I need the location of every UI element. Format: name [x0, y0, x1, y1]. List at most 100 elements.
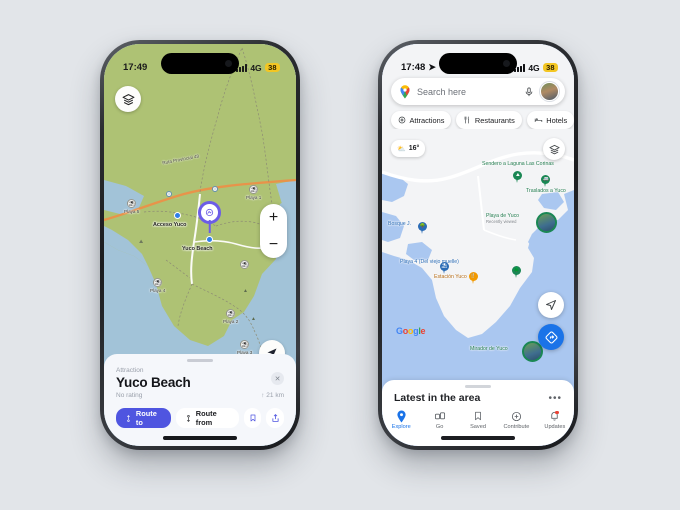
poi-playa-4[interactable]: ⛱ Playa 4 [150, 278, 165, 293]
poi-playa-4[interactable]: Playa 4 (Del viejo muelle) [400, 259, 459, 266]
tab-contribute[interactable]: Contribute [497, 410, 535, 430]
place-rating: No rating [116, 392, 143, 399]
poi-playa-1[interactable]: ⛱ Playa 1 [246, 185, 261, 200]
status-left: 17:49 [123, 62, 147, 73]
close-button[interactable]: ✕ [271, 372, 284, 385]
label-acceso-yuco: Acceso Yuco [153, 222, 187, 228]
microphone-icon[interactable] [524, 86, 534, 98]
beach-icon: ⛱ [240, 260, 249, 269]
layers-icon [548, 144, 560, 154]
google-maps-pin-icon [400, 84, 410, 98]
tab-label: Explore [391, 424, 411, 430]
status-time: 17:49 [123, 62, 148, 73]
poi-extra-beach[interactable]: ⛱ [240, 260, 249, 270]
pin-icon [396, 410, 407, 422]
beach-icon: ⛱ [240, 340, 250, 349]
weather-widget[interactable]: ⛅ 16° [391, 140, 426, 157]
route-point-dot [174, 212, 181, 219]
distance-arrow-icon: ↑ [261, 392, 265, 399]
tab-saved[interactable]: Saved [459, 410, 497, 430]
search-bar[interactable]: Search here [391, 78, 565, 105]
transport-icon: 🚐 [541, 175, 551, 187]
selected-place-pin[interactable] [198, 201, 221, 224]
sheet-grabber[interactable] [465, 385, 491, 388]
location-services-icon: ➤ [428, 62, 436, 72]
poi-label: Mirador de Yuco [470, 346, 508, 352]
home-indicator[interactable] [441, 436, 515, 440]
poi-mirador-de-yuco[interactable]: Mirador de Yuco [470, 346, 508, 353]
place-category: Attraction [116, 367, 144, 374]
bookmark-button[interactable] [243, 408, 262, 428]
status-left: 17:48 ➤ [401, 62, 436, 73]
beach-icon: ⛱ [226, 309, 236, 318]
tab-explore[interactable]: Explore [382, 410, 420, 430]
tab-go[interactable]: Go [420, 410, 458, 430]
route-from-button[interactable]: Route from [175, 408, 239, 428]
dynamic-island [161, 53, 239, 74]
layers-button[interactable] [115, 86, 141, 112]
chip-label: Attractions [409, 115, 445, 125]
front-camera-icon [225, 60, 232, 67]
share-button[interactable] [266, 408, 285, 428]
commute-icon [434, 410, 446, 422]
hill-icon: ⛰ [139, 239, 144, 245]
chip-label: Restaurants [474, 115, 515, 125]
distance-value: 21 km [266, 392, 284, 399]
bottom-nav: Explore Go Saved Contribute Updates [382, 410, 574, 430]
chip-hotels[interactable]: Hotels [526, 111, 574, 129]
poi-label: Estación Yuco [434, 274, 467, 281]
poi-traslados-yuco[interactable]: 🚐 Traslados a Yuco [526, 175, 566, 195]
poi-playa-5[interactable]: ⛱ Playa 5 [124, 199, 139, 214]
restaurant-icon [465, 116, 470, 124]
sheet-grabber[interactable] [187, 359, 213, 362]
search-input[interactable]: Search here [417, 87, 518, 97]
zoom-out-button[interactable]: − [260, 231, 287, 258]
label-yuco-beach: Yuco Beach [182, 246, 213, 252]
poi-label: Bosque J. [388, 221, 412, 227]
hotel-icon [534, 118, 542, 122]
bell-icon [549, 410, 560, 422]
poi-bosque[interactable]: Bosque J. [388, 221, 412, 228]
hill-icon: ▲ [251, 316, 256, 322]
poi-estacion-yuco[interactable]: Estación Yuco 🍴 [434, 272, 478, 284]
park-icon[interactable]: 🌲 [512, 266, 521, 278]
sheet-header: Latest in the area ••• [382, 380, 574, 404]
partly-cloudy-icon: ⛅ [397, 145, 406, 153]
poi-playa-de-yuco[interactable]: Playa de Yuco Recently viewed [486, 213, 519, 225]
tab-label: Saved [470, 424, 486, 430]
google-maps-top-bar: Search here Attractions Restaurants Hote… [382, 78, 574, 129]
park-icon: 🌳 [418, 222, 427, 234]
locate-button[interactable] [538, 292, 564, 318]
home-indicator[interactable] [163, 436, 237, 440]
layers-icon [122, 93, 134, 105]
directions-icon [545, 331, 557, 343]
poi-playa-3[interactable]: ⛱ Playa 3 [237, 340, 252, 355]
tab-label: Contribute [503, 424, 530, 430]
battery-indicator: 38 [542, 62, 558, 73]
tab-updates[interactable]: Updates [536, 410, 574, 430]
directions-button[interactable] [538, 324, 564, 350]
route-from-icon [186, 414, 190, 422]
google-watermark: Google [396, 326, 426, 336]
status-right: 4G 38 [514, 63, 558, 73]
route-to-button[interactable]: Route to [116, 408, 171, 428]
more-options-icon[interactable]: ••• [548, 393, 562, 404]
zoom-in-button[interactable]: + [260, 204, 287, 231]
avatar[interactable] [540, 82, 559, 101]
poi-label: Playa 4 [150, 287, 166, 293]
info-icon: i [166, 191, 172, 197]
chip-restaurants[interactable]: Restaurants [456, 111, 522, 129]
poi-park-pin[interactable]: 🌳 [418, 222, 427, 234]
navigation-arrow-icon [546, 300, 556, 310]
layers-button[interactable] [543, 138, 565, 160]
poi-playa-2[interactable]: ⛱ Playa 2 [223, 309, 238, 324]
tab-label: Updates [544, 424, 566, 430]
chip-attractions[interactable]: Attractions [391, 111, 452, 129]
poi-marker-small[interactable]: i [166, 191, 172, 198]
poi-label: Playa 4 (Del viejo muelle) [400, 259, 459, 265]
poi-marker-small[interactable]: i [212, 186, 218, 193]
photo-pin-playa-de-yuco[interactable] [536, 212, 557, 233]
chip-label: Hotels [546, 115, 568, 125]
plus-circle-icon [511, 410, 522, 422]
zoom-controls[interactable]: + − [260, 204, 287, 258]
